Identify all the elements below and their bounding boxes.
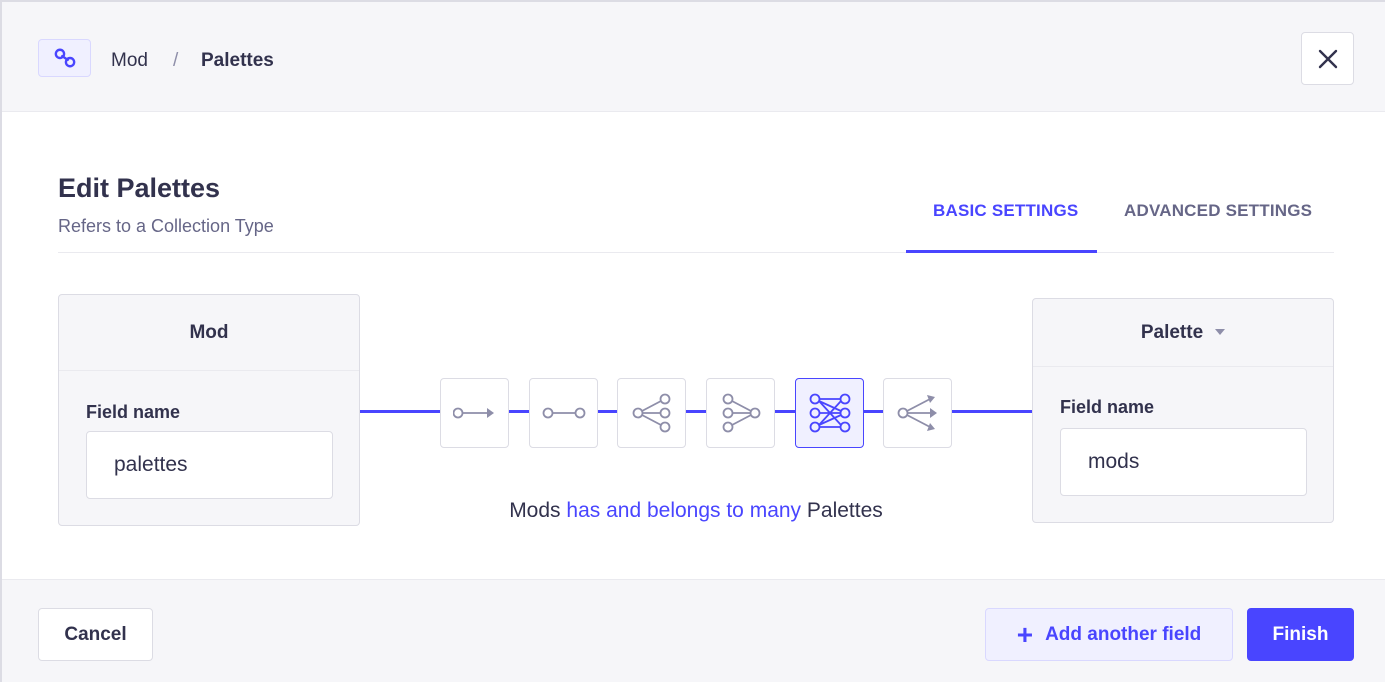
source-collection-name: Mod <box>59 295 359 371</box>
relation-source-card: Mod Field name <box>58 294 360 526</box>
many-way-icon <box>897 395 937 431</box>
tab-advanced-settings[interactable]: ADVANCED SETTINGS <box>1124 200 1312 222</box>
edit-relation-modal: Mod / Palettes Edit Palettes Refers to a… <box>0 0 1385 682</box>
relation-type-many-to-many-button[interactable] <box>795 378 864 448</box>
one-way-icon <box>452 407 494 419</box>
page-title: Edit Palettes <box>58 173 221 203</box>
relation-description-type: has and belongs to many <box>566 499 802 522</box>
source-field-label: Field name <box>86 402 181 422</box>
modal-header: Mod / Palettes <box>2 2 1385 112</box>
close-icon <box>1318 49 1337 68</box>
add-another-field-label: Add another field <box>1045 623 1202 645</box>
relation-type-many-way-button[interactable] <box>883 378 952 448</box>
finish-button[interactable]: Finish <box>1247 608 1354 661</box>
target-field-label: Field name <box>1060 397 1155 417</box>
link-icon <box>54 48 75 68</box>
target-collection-select[interactable]: Palette <box>1033 299 1333 367</box>
relation-type-one-to-one-button[interactable] <box>529 378 598 448</box>
caret-down-icon <box>1215 328 1226 335</box>
relation-type-badge <box>38 39 91 77</box>
cancel-button[interactable]: Cancel <box>38 608 153 661</box>
tabs-divider <box>58 252 1334 253</box>
relation-type-one-way-button[interactable] <box>440 378 509 448</box>
active-tab-indicator <box>906 250 1097 253</box>
source-field-name-input[interactable] <box>86 431 333 499</box>
breadcrumb-separator: / <box>173 50 179 71</box>
modal-footer: Cancel + Add another field Finish <box>2 579 1385 682</box>
relation-description-target: Palettes <box>806 499 883 522</box>
one-to-one-icon <box>542 407 585 419</box>
relation-type-one-to-many-button[interactable] <box>617 378 686 448</box>
add-another-field-button[interactable]: + Add another field <box>985 608 1233 661</box>
plus-icon: + <box>1016 618 1034 650</box>
relation-type-many-to-one-button[interactable] <box>706 378 775 448</box>
target-field-name-input[interactable] <box>1060 428 1307 496</box>
target-collection-name: Palette <box>1140 321 1204 343</box>
breadcrumb-current: Palettes <box>201 50 274 71</box>
relation-target-card: Palette Field name <box>1032 298 1334 523</box>
many-to-one-icon <box>722 393 760 433</box>
page-subtitle: Refers to a Collection Type <box>58 216 274 236</box>
one-to-many-icon <box>632 393 670 433</box>
breadcrumb-parent: Mod <box>111 50 148 71</box>
relation-description-source: Mods <box>509 499 561 522</box>
many-to-many-icon <box>809 393 850 433</box>
tab-basic-settings[interactable]: BASIC SETTINGS <box>933 200 1078 222</box>
close-button[interactable] <box>1301 32 1354 85</box>
